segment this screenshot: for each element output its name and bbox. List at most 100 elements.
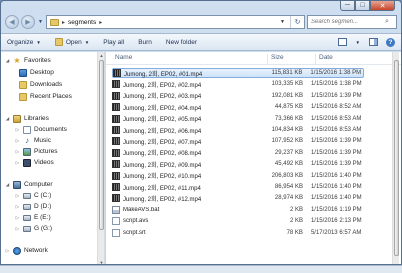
drive-icon (23, 203, 31, 210)
change-view-icon[interactable] (338, 37, 348, 47)
expand-icon[interactable]: ▷ (15, 204, 20, 210)
nav-libraries[interactable]: ◢ Libraries (5, 113, 49, 124)
file-size: 192,081 KB (271, 92, 303, 99)
new-folder-button[interactable]: New folder (166, 39, 197, 46)
file-row[interactable]: Jumong, 2회, EP02, #09.mp4 45,492 KB 1/15/2… (112, 159, 364, 169)
collapse-icon[interactable]: ◢ (5, 182, 10, 188)
file-name: Jumong, 2회, EP02, #11.mp4 (123, 185, 201, 192)
nav-music[interactable]: ▷ ♪ Music (15, 135, 51, 146)
forward-button[interactable]: ▶ (21, 15, 35, 29)
file-size: 2 KB (289, 218, 303, 225)
address-row: ◀ ▶ ▼ ▸ segments ▸ ▼ ↻ ⌕ (5, 14, 397, 30)
nav-drive-g[interactable]: ▷ G (G:) (15, 223, 52, 234)
address-dropdown-icon[interactable]: ▼ (278, 19, 287, 25)
nav-network[interactable]: ▷ Network (5, 245, 48, 256)
back-button[interactable]: ◀ (5, 15, 19, 29)
maximize-button[interactable]: □ (355, 1, 370, 11)
burn-button[interactable]: Burn (138, 39, 152, 46)
view-options-dropdown[interactable]: ▼ (356, 40, 360, 45)
expand-icon[interactable]: ▷ (5, 248, 10, 254)
preview-pane-icon[interactable] (368, 37, 378, 47)
view-controls: ▼ ? (338, 37, 395, 47)
nav-desktop-label: Desktop (30, 69, 54, 76)
file-date: 1/15/2016 1:39 PM (310, 92, 362, 99)
file-row[interactable]: Jumong, 2회, EP02, #08.mp4 29,237 KB 1/15/2… (112, 148, 364, 158)
search-input[interactable] (311, 19, 385, 25)
search-box[interactable]: ⌕ (307, 15, 397, 29)
recent-pages-dropdown[interactable]: ▼ (37, 19, 44, 25)
nav-recent-places[interactable]: Recent Places (19, 91, 72, 102)
expand-icon[interactable]: ▷ (15, 215, 20, 221)
collapse-icon[interactable]: ◢ (5, 58, 10, 64)
nav-computer[interactable]: ◢ Computer (5, 179, 53, 190)
file-row[interactable]: Jumong, 2회, EP02, #02.mp4 103,335 KB 1/15/… (112, 79, 364, 89)
help-icon[interactable]: ? (386, 37, 395, 47)
file-row[interactable]: Jumong, 2회, EP02, #04.mp4 44,875 KB 1/15/2… (112, 102, 364, 112)
refresh-icon[interactable]: ↻ (290, 16, 304, 28)
file-row[interactable]: Jumong, 2회, EP02, #06.mp4 104,834 KB 1/15/… (112, 125, 364, 135)
file-size: 86,954 KB (274, 184, 303, 190)
nav-downloads[interactable]: Downloads (19, 79, 62, 90)
close-button[interactable]: ✕ (370, 1, 395, 11)
nav-documents[interactable]: ▷ Documents (15, 124, 67, 135)
file-row[interactable]: Jumong, 2회, EP02, #11.mp4 86,954 KB 1/15/2… (112, 182, 364, 192)
address-bar[interactable]: ▸ segments ▸ ▼ ↻ (46, 15, 305, 29)
expand-icon[interactable]: ▷ (15, 193, 20, 199)
column-size[interactable]: Size (268, 54, 316, 64)
command-bar: Organize ▼ Open ▼ Play all Burn New fold… (1, 33, 401, 51)
file-row[interactable]: script.srt 78 KB 5/17/2013 6:57 AM (112, 228, 364, 238)
video-file-icon (112, 160, 120, 169)
nav-drive-d[interactable]: ▷ D (D:) (15, 201, 52, 212)
nav-favorites[interactable]: ◢ ★ Favorites (5, 55, 51, 66)
expand-icon[interactable]: ▷ (15, 149, 20, 155)
file-row[interactable]: script.avs 2 KB 1/15/2016 2:13 PM (112, 216, 364, 226)
file-size: 73,366 KB (274, 115, 303, 122)
breadcrumb-separator[interactable]: ▸ (62, 19, 65, 26)
nav-desktop[interactable]: Desktop (19, 67, 54, 78)
file-row[interactable]: MakeAVS.bat 2 KB 1/15/2016 1:19 PM (112, 205, 364, 215)
file-row[interactable]: Jumong, 2회, EP02, #05.mp4 73,366 KB 1/15/2… (112, 114, 364, 124)
network-icon (13, 246, 21, 255)
expand-icon[interactable]: ▷ (15, 127, 20, 133)
file-row[interactable]: Jumong, 2회, EP02, #07.mp4 107,952 KB 1/15/… (112, 136, 364, 146)
file-size: 44,875 KB (274, 104, 303, 111)
video-file-icon (112, 171, 120, 180)
column-name[interactable]: Name (112, 54, 268, 64)
minimize-button[interactable]: ─ (340, 1, 355, 11)
file-row[interactable]: Jumong, 2회, EP02, #10.mp4 206,803 KB 1/15/… (112, 171, 364, 181)
file-row[interactable]: Jumong, 2회, EP02, #03.mp4 192,081 KB 1/15/… (112, 91, 364, 101)
video-file-icon (112, 148, 120, 157)
file-row[interactable]: Jumong, 2회, EP02, #01.mp4 115,831 KB 1/15/… (112, 68, 364, 78)
play-all-label: Play all (103, 38, 125, 46)
nav-scrollbar[interactable]: ▲ ▼ (97, 52, 105, 264)
drive-icon (23, 225, 31, 232)
organize-button[interactable]: Organize ▼ (7, 39, 41, 46)
navigation-pane: ◢ ★ Favorites Desktop Downloads Recent P… (1, 52, 105, 264)
column-date[interactable]: Date (316, 54, 382, 64)
scroll-up-icon[interactable]: ▲ (98, 52, 105, 59)
play-all-button[interactable]: Play all (103, 39, 124, 46)
scroll-thumb[interactable] (99, 60, 104, 230)
scroll-thumb[interactable] (394, 60, 399, 256)
expand-icon[interactable]: ▷ (15, 138, 20, 144)
breadcrumb-separator[interactable]: ▸ (99, 19, 102, 26)
file-row[interactable]: Jumong, 2회, EP02, #12.mp4 28,974 KB 1/15/2… (112, 193, 364, 203)
file-size: 115,831 KB (271, 70, 303, 76)
file-size: 107,952 KB (271, 138, 303, 145)
open-button[interactable]: Open ▼ (54, 38, 89, 46)
collapse-icon[interactable]: ◢ (5, 116, 10, 122)
file-date: 1/15/2016 2:13 PM (310, 218, 362, 225)
file-date: 1/15/2016 8:53 AM (310, 115, 362, 122)
nav-pictures[interactable]: ▷ Pictures (15, 146, 57, 157)
nav-drive-c[interactable]: ▷ C (C:) (15, 190, 52, 201)
nav-videos[interactable]: ▷ Videos (15, 157, 54, 168)
expand-icon[interactable]: ▷ (15, 226, 20, 232)
breadcrumb-segments[interactable]: segments (68, 19, 96, 26)
expand-icon[interactable]: ▷ (15, 160, 20, 166)
nav-drive-g-label: G (G:) (34, 225, 53, 232)
nav-drive-e[interactable]: ▷ E (E:) (15, 212, 51, 223)
nav-videos-label: Videos (34, 159, 54, 166)
file-list-scrollbar[interactable] (392, 52, 399, 264)
file-size: 2 KB (289, 206, 303, 213)
nav-recent-label: Recent Places (30, 93, 72, 100)
